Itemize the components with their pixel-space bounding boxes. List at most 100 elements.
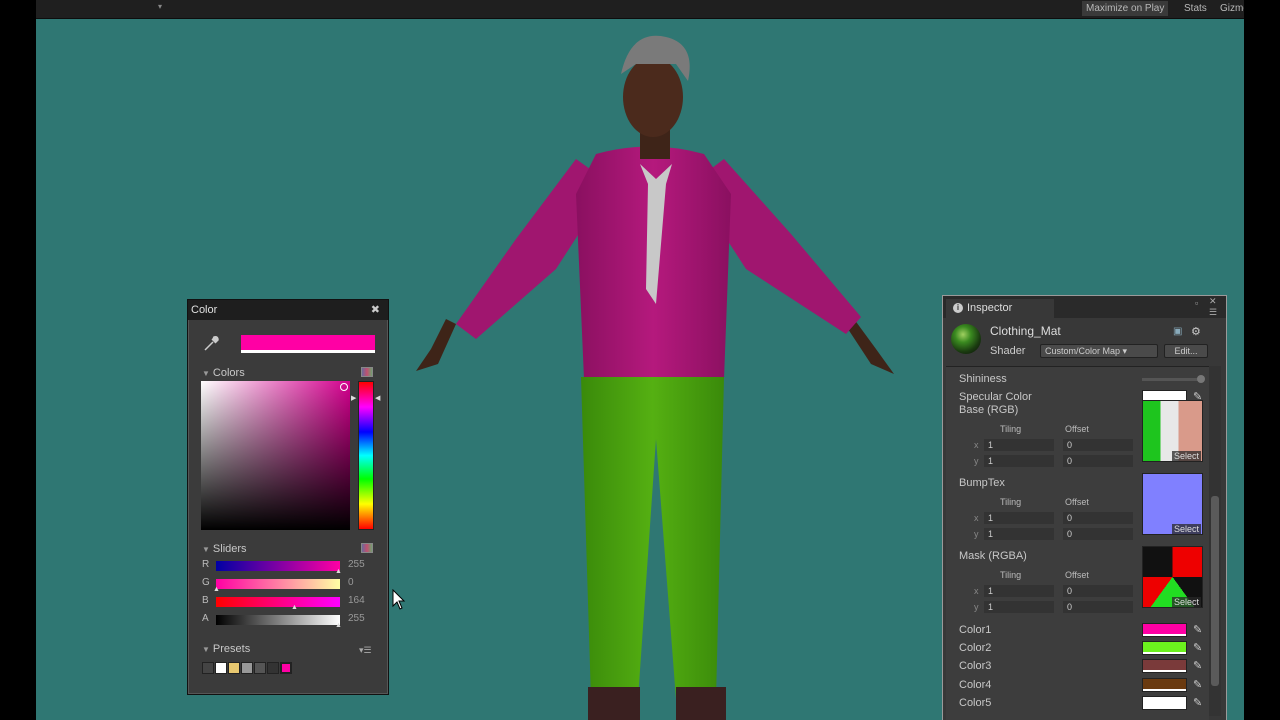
tiling-y-field[interactable]: 1 (984, 455, 1054, 467)
colors-section-header[interactable]: ▼ Colors (202, 367, 245, 379)
texture-select-button[interactable]: Select (1171, 524, 1201, 534)
slider-r-thumb[interactable]: ▲ (335, 568, 342, 575)
slider-r-label: R (202, 559, 210, 570)
eyedropper-icon[interactable]: ✎ (1193, 623, 1202, 636)
sliders-section-header[interactable]: ▼ Sliders (202, 543, 247, 555)
color-prop-field[interactable] (1142, 659, 1187, 674)
inspector-panel[interactable]: i Inspector ▫ ✕ ☰ Clothing_Mat ▣ ⚙ Shade… (942, 295, 1227, 720)
presets-section-header[interactable]: ▼ Presets (202, 643, 250, 655)
preset-swatch[interactable] (202, 662, 214, 674)
preset-swatch[interactable] (215, 662, 227, 674)
color-prop-field[interactable] (1142, 695, 1187, 710)
sv-marker[interactable] (340, 383, 348, 391)
tiling-x-field[interactable]: 1 (984, 585, 1054, 597)
preset-swatch[interactable] (280, 662, 292, 674)
slider-r-track[interactable] (216, 561, 340, 571)
eyedropper-icon[interactable] (202, 335, 220, 353)
tiling-label: Tiling (1000, 424, 1022, 434)
slider-g-track[interactable] (216, 579, 340, 589)
tab-inspector[interactable]: i Inspector (946, 299, 1054, 318)
shader-label: Shader (990, 345, 1026, 357)
preset-swatch[interactable] (254, 662, 266, 674)
offset-x-field[interactable]: 0 (1063, 439, 1133, 451)
inspector-scrollbar-thumb[interactable] (1211, 496, 1219, 686)
eyedropper-icon[interactable]: ✎ (1193, 696, 1202, 709)
slider-a-thumb[interactable]: ▲ (335, 622, 342, 629)
close-icon[interactable]: ✖ (371, 300, 380, 320)
tiling-x-field[interactable]: 1 (984, 512, 1054, 524)
tiling-x-field[interactable]: 1 (984, 439, 1054, 451)
stats-button[interactable]: Stats (1180, 1, 1211, 16)
lock-icon[interactable]: ▫ (1195, 298, 1198, 308)
color-picker-window[interactable]: Color ✖ ▼ Colors ▶ ◀ ▼ Sliders R ▲ 255 G ▲… (187, 299, 389, 695)
preset-swatch[interactable] (241, 662, 253, 674)
tiling-y-field[interactable]: 1 (984, 528, 1054, 540)
y-label: y (974, 602, 979, 612)
slider-g-value[interactable]: 0 (348, 577, 354, 588)
offset-x-field[interactable]: 0 (1063, 512, 1133, 524)
slider-b-label: B (202, 595, 209, 606)
color-prop-field[interactable] (1142, 623, 1187, 637)
mouse-cursor-icon (392, 589, 406, 610)
color-prop-field[interactable] (1142, 677, 1187, 692)
color-prop-field[interactable] (1142, 641, 1187, 656)
saturation-value-box[interactable] (201, 381, 350, 530)
offset-x-field[interactable]: 0 (1063, 585, 1133, 597)
x-label: x (974, 513, 979, 523)
slider-a-label: A (202, 613, 209, 624)
eyedropper-icon[interactable]: ✎ (1193, 659, 1202, 672)
menu-icon[interactable]: ☰ (1209, 307, 1217, 318)
texture-slot[interactable]: Select (1142, 473, 1203, 535)
current-color-swatch[interactable] (241, 335, 375, 353)
slider-r-value[interactable]: 255 (348, 559, 365, 570)
color-mode-icon[interactable] (361, 367, 373, 377)
slider-r[interactable]: R ▲ 255 (202, 559, 382, 575)
inspector-scrollbar[interactable] (1209, 366, 1221, 716)
edit-shader-button[interactable]: Edit... (1164, 344, 1208, 358)
tiling-y-field[interactable]: 1 (984, 601, 1054, 613)
eyedropper-icon[interactable]: ✎ (1193, 678, 1202, 691)
offset-y-field[interactable]: 0 (1063, 601, 1133, 613)
hue-arrow-left-icon[interactable]: ▶ (351, 394, 356, 402)
close-icon[interactable]: ✕ (1209, 296, 1217, 307)
hue-slider[interactable] (358, 381, 374, 530)
gizmos-button[interactable]: Gizmos (1216, 1, 1244, 16)
texture-slot[interactable]: Select (1142, 546, 1203, 608)
slider-b-thumb[interactable]: ▲ (291, 604, 298, 611)
presets-menu-icon[interactable]: ▾☰ (359, 645, 372, 656)
color-picker-titlebar[interactable]: Color ✖ (188, 300, 388, 320)
slider-g[interactable]: G ▲ 0 (202, 577, 382, 593)
preset-swatch[interactable] (267, 662, 279, 674)
slider-b-track[interactable] (216, 597, 340, 607)
chevron-down-icon[interactable]: ▾ (158, 2, 162, 11)
pants (581, 377, 724, 699)
shininess-slider[interactable] (1142, 375, 1205, 383)
texture-select-button[interactable]: Select (1171, 451, 1201, 461)
offset-y-field[interactable]: 0 (1063, 528, 1133, 540)
texture-select-button[interactable]: Select (1171, 597, 1201, 607)
texture-slot[interactable]: Select (1142, 400, 1203, 462)
slider-a[interactable]: A ▲ 255 (202, 613, 382, 629)
eyedropper-icon[interactable]: ✎ (1193, 641, 1202, 654)
shader-dropdown-value: Custom/Color Map (1045, 346, 1121, 356)
offset-label: Offset (1065, 497, 1089, 507)
offset-y-field[interactable]: 0 (1063, 455, 1133, 467)
preset-swatch[interactable] (228, 662, 240, 674)
shader-dropdown[interactable]: Custom/Color Map ▾ (1040, 344, 1158, 358)
slider-b-value[interactable]: 164 (348, 595, 365, 606)
material-name: Clothing_Mat (990, 324, 1061, 338)
help-icon[interactable]: ▣ (1173, 326, 1182, 337)
gear-icon[interactable]: ⚙ (1191, 325, 1201, 338)
slider-mode-icon[interactable] (361, 543, 373, 553)
slider-g-thumb[interactable]: ▲ (213, 586, 220, 593)
slider-a-track[interactable] (216, 615, 340, 625)
slider-g-label: G (202, 577, 210, 588)
shininess-slider-thumb[interactable] (1197, 375, 1205, 383)
maximize-on-play-button[interactable]: Maximize on Play (1082, 1, 1169, 16)
x-label: x (974, 440, 979, 450)
slider-a-value[interactable]: 255 (348, 613, 365, 624)
slider-b[interactable]: B ▲ 164 (202, 595, 382, 611)
left-shoe (588, 687, 640, 720)
hue-arrow-right-icon[interactable]: ◀ (375, 394, 380, 402)
color-prop-label: Color2 (959, 642, 992, 655)
